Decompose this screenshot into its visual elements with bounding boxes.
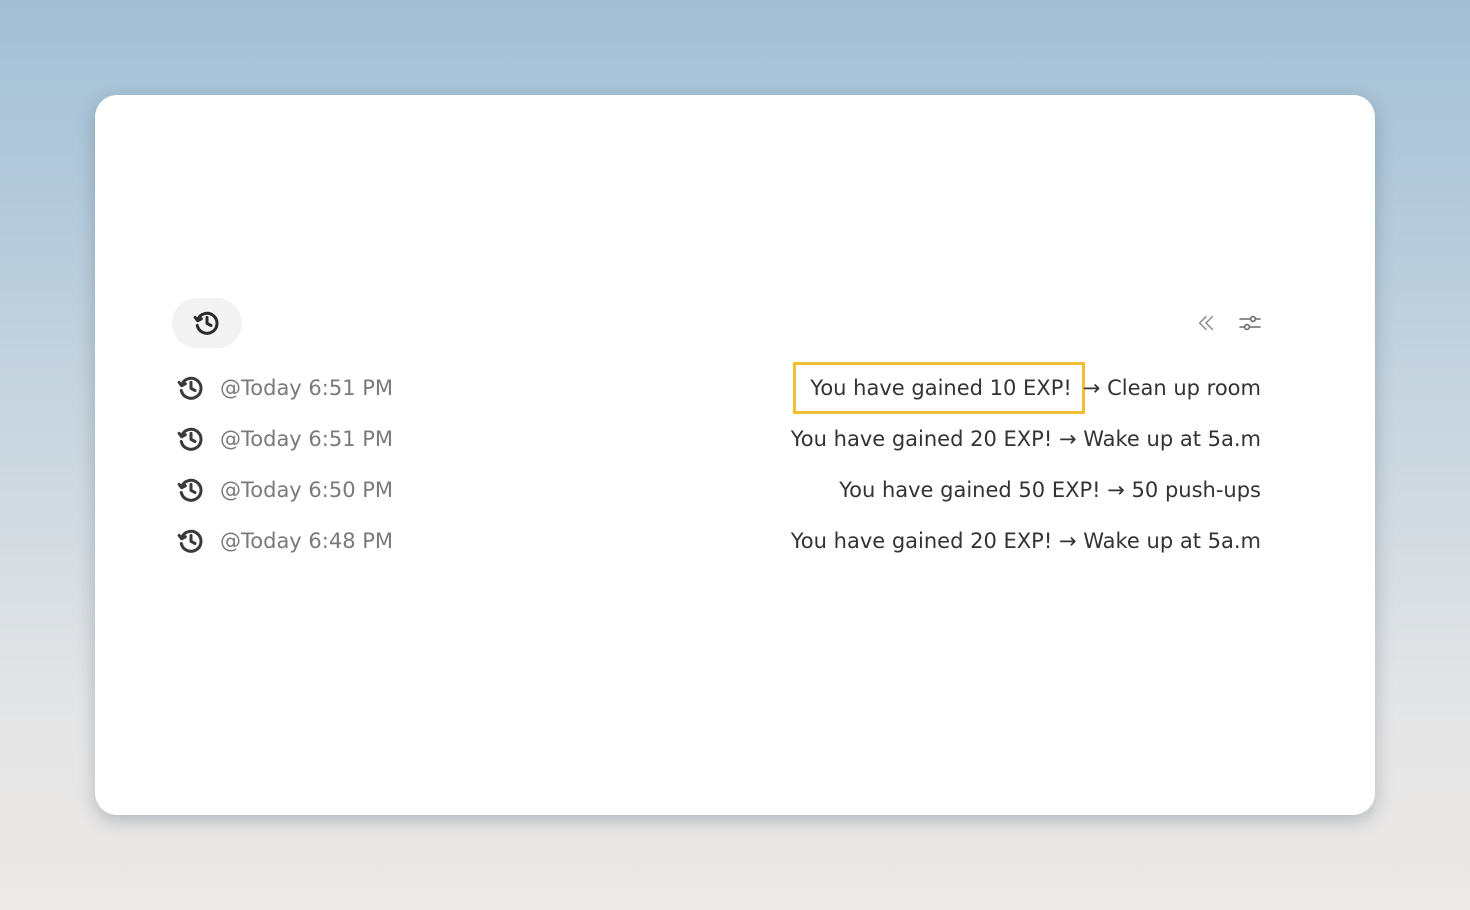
log-row: @Today 6:51 PM You have gained 20 EXP! →…	[175, 419, 1261, 459]
double-chevron-left-icon	[1198, 315, 1214, 331]
task-name: 50 push-ups	[1131, 478, 1261, 502]
log-row: @Today 6:51 PM You have gained 10 EXP! → …	[175, 362, 1261, 414]
sliders-icon	[1239, 315, 1261, 331]
history-card: @Today 6:51 PM You have gained 10 EXP! → …	[95, 95, 1375, 815]
log-message: You have gained 50 EXP! → 50 push-ups	[839, 477, 1261, 503]
log-timestamp: @Today 6:51 PM	[220, 427, 394, 451]
history-icon	[175, 423, 207, 455]
log-row: @Today 6:50 PM You have gained 50 EXP! →…	[175, 470, 1261, 510]
history-icon	[175, 474, 207, 506]
log-row: @Today 6:48 PM You have gained 20 EXP! →…	[175, 521, 1261, 561]
task-name: Clean up room	[1107, 376, 1261, 400]
arrow-separator: →	[1107, 478, 1125, 502]
task-name: Wake up at 5a.m	[1083, 529, 1261, 553]
settings-button[interactable]	[1235, 309, 1265, 337]
top-right-toolbar	[1191, 309, 1271, 337]
highlighted-exp-message: You have gained 10 EXP!	[793, 362, 1085, 414]
collapse-button[interactable]	[1191, 309, 1221, 337]
arrow-separator: →	[1082, 376, 1101, 400]
arrow-separator: →	[1058, 529, 1077, 553]
exp-message: You have gained 20 EXP!	[790, 529, 1053, 553]
log-message: You have gained 20 EXP! → Wake up at 5a.…	[791, 426, 1261, 452]
task-name: Wake up at 5a.m	[1083, 427, 1261, 451]
log-message: You have gained 10 EXP! → Clean up room	[793, 362, 1261, 414]
history-button[interactable]	[172, 298, 242, 348]
log-timestamp: @Today 6:50 PM	[220, 478, 394, 502]
log-message: You have gained 20 EXP! → Wake up at 5a.…	[791, 528, 1261, 554]
log-timestamp: @Today 6:48 PM	[220, 529, 394, 553]
exp-message: You have gained 50 EXP!	[839, 478, 1101, 502]
exp-message: You have gained 20 EXP!	[790, 427, 1053, 451]
history-icon	[193, 311, 219, 335]
history-icon	[175, 525, 207, 557]
log-timestamp: @Today 6:51 PM	[220, 376, 394, 400]
arrow-separator: →	[1058, 427, 1077, 451]
history-icon	[175, 372, 207, 404]
